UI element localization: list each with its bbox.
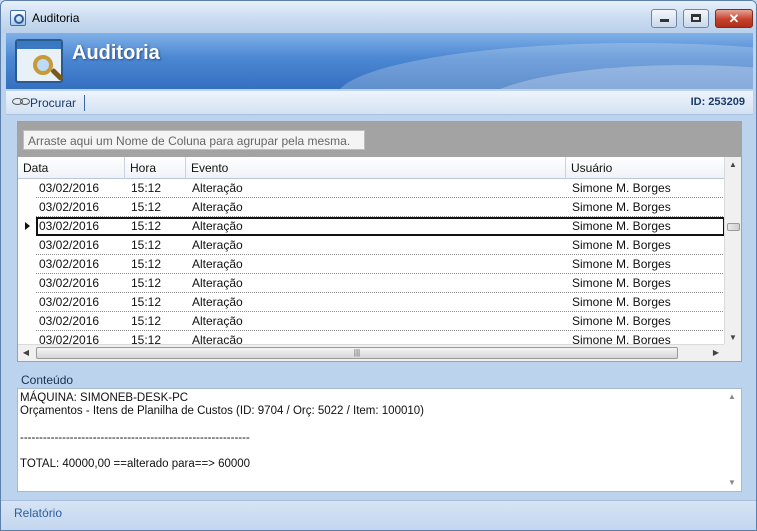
maximize-icon — [691, 14, 701, 22]
group-by-area[interactable]: Arraste aqui um Nome de Coluna para agru… — [18, 122, 741, 157]
content-line: ----------------------------------------… — [20, 431, 250, 444]
table-row[interactable]: 03/02/2016 15:12 Alteração Simone M. Bor… — [18, 198, 725, 217]
cell-evento: Alteração — [192, 200, 243, 214]
cell-data: 03/02/2016 — [39, 295, 100, 309]
content-line: Orçamentos - Itens de Planilha de Custos… — [20, 405, 424, 418]
grid-vertical-scrollbar[interactable]: ▲ ▼ — [724, 157, 741, 346]
title-bar[interactable]: Auditoria ✕ — [1, 1, 756, 33]
cell-evento: Alteração — [192, 257, 243, 271]
minimize-icon — [659, 19, 669, 22]
grid-horizontal-scrollbar[interactable]: ◀ ||| ▶ — [18, 344, 725, 361]
row-indicator[interactable] — [18, 255, 36, 274]
cell-data: 03/02/2016 — [39, 314, 100, 328]
content-line — [20, 445, 720, 458]
scroll-up-arrow-icon[interactable]: ▲ — [724, 389, 740, 405]
scroll-down-arrow-icon[interactable]: ▼ — [724, 475, 740, 491]
cell-usuario: Simone M. Borges — [572, 314, 671, 328]
app-icon — [10, 10, 26, 26]
record-id: ID: 253209 — [690, 96, 745, 108]
cell-usuario: Simone M. Borges — [572, 295, 671, 309]
table-row[interactable]: 03/02/2016 15:12 Alteração Simone M. Bor… — [18, 179, 725, 198]
scroll-thumb[interactable]: ||| — [36, 347, 678, 359]
column-header-data[interactable]: Data — [18, 157, 125, 179]
window-title: Auditoria — [32, 11, 80, 25]
toolbar-separator — [84, 95, 85, 111]
row-indicator[interactable] — [18, 293, 36, 312]
table-row-selected[interactable]: 03/02/2016 15:12 Alteração Simone M. Bor… — [18, 217, 725, 236]
table-row[interactable]: 03/02/2016 15:12 Alteração Simone M. Bor… — [18, 293, 725, 312]
minimize-button[interactable] — [651, 9, 677, 28]
cell-evento: Alteração — [192, 219, 243, 233]
scroll-up-arrow-icon[interactable]: ▲ — [725, 157, 741, 173]
header-banner: Auditoria — [6, 33, 753, 89]
scroll-left-arrow-icon[interactable]: ◀ — [18, 345, 34, 361]
content-label: Conteúdo — [21, 373, 74, 387]
auditoria-window: Auditoria ✕ Auditoria Procurar ID: 25320… — [0, 0, 757, 531]
audit-magnifier-icon — [15, 39, 64, 83]
cell-hora: 15:12 — [131, 276, 162, 290]
cell-hora: 15:12 — [131, 238, 162, 252]
table-row[interactable]: 03/02/2016 15:12 Alteração Simone M. Bor… — [18, 255, 725, 274]
cell-evento: Alteração — [192, 314, 243, 328]
cell-usuario: Simone M. Borges — [572, 200, 671, 214]
maximize-button[interactable] — [683, 9, 709, 28]
table-row[interactable]: 03/02/2016 15:12 Alteração Simone M. Bor… — [18, 312, 725, 331]
content-line: MÁQUINA: SIMONEB-DESK-PC — [20, 392, 189, 404]
cell-data: 03/02/2016 — [39, 181, 100, 195]
row-indicator[interactable] — [18, 236, 36, 255]
cell-evento: Alteração — [192, 295, 243, 309]
cell-data: 03/02/2016 — [39, 257, 100, 271]
row-indicator[interactable] — [18, 274, 36, 293]
cell-data: 03/02/2016 — [39, 276, 100, 290]
cell-data: 03/02/2016 — [39, 219, 100, 233]
scroll-thumb[interactable] — [727, 223, 740, 231]
grid-rows: 03/02/2016 15:12 Alteração Simone M. Bor… — [18, 179, 725, 349]
cell-hora: 15:12 — [131, 257, 162, 271]
cell-usuario: Simone M. Borges — [572, 181, 671, 195]
cell-data: 03/02/2016 — [39, 200, 100, 214]
cell-evento: Alteração — [192, 181, 243, 195]
toolbar: Procurar ID: 253209 — [6, 91, 753, 115]
cell-hora: 15:12 — [131, 219, 162, 233]
cell-usuario: Simone M. Borges — [572, 219, 671, 233]
content-textbox[interactable]: MÁQUINA: SIMONEB-DESK-PC Orçamentos - It… — [17, 388, 742, 492]
content-line: TOTAL: 40000,00 ==alterado para==> 60000 — [20, 457, 251, 470]
cell-hora: 15:12 — [131, 295, 162, 309]
cell-usuario: Simone M. Borges — [572, 238, 671, 252]
cell-usuario: Simone M. Borges — [572, 276, 671, 290]
cell-hora: 15:12 — [131, 181, 162, 195]
cell-usuario: Simone M. Borges — [572, 257, 671, 271]
grid-header: Data Hora Evento Usuário — [18, 157, 725, 179]
scroll-right-arrow-icon[interactable]: ▶ — [708, 345, 724, 361]
content-line — [20, 418, 720, 431]
table-row[interactable]: 03/02/2016 15:12 Alteração Simone M. Bor… — [18, 274, 725, 293]
current-row-arrow-icon — [25, 222, 30, 230]
binoculars-icon — [12, 98, 30, 105]
cell-evento: Alteração — [192, 276, 243, 290]
status-bar: Relatório — [1, 500, 756, 530]
group-by-hint: Arraste aqui um Nome de Coluna para agru… — [23, 130, 365, 150]
column-header-hora[interactable]: Hora — [125, 157, 186, 179]
table-row[interactable]: 03/02/2016 15:12 Alteração Simone M. Bor… — [18, 236, 725, 255]
banner-title: Auditoria — [72, 42, 160, 64]
row-indicator[interactable] — [18, 198, 36, 217]
column-header-usuario[interactable]: Usuário — [566, 157, 725, 179]
content-text: MÁQUINA: SIMONEB-DESK-PC Orçamentos - It… — [20, 392, 720, 471]
cell-hora: 15:12 — [131, 200, 162, 214]
cell-hora: 15:12 — [131, 314, 162, 328]
report-link[interactable]: Relatório — [14, 506, 62, 520]
scrollbar-corner — [724, 344, 741, 361]
cell-evento: Alteração — [192, 238, 243, 252]
row-indicator[interactable] — [18, 312, 36, 331]
content-vertical-scrollbar[interactable]: ▲ ▼ — [724, 389, 741, 491]
close-icon: ✕ — [728, 11, 740, 26]
close-button[interactable]: ✕ — [715, 9, 753, 28]
row-indicator[interactable] — [18, 179, 36, 198]
column-header-evento[interactable]: Evento — [186, 157, 566, 179]
audit-grid: Arraste aqui um Nome de Coluna para agru… — [17, 121, 742, 362]
cell-data: 03/02/2016 — [39, 238, 100, 252]
row-indicator[interactable] — [18, 217, 36, 236]
search-button-label: Procurar — [30, 96, 77, 110]
